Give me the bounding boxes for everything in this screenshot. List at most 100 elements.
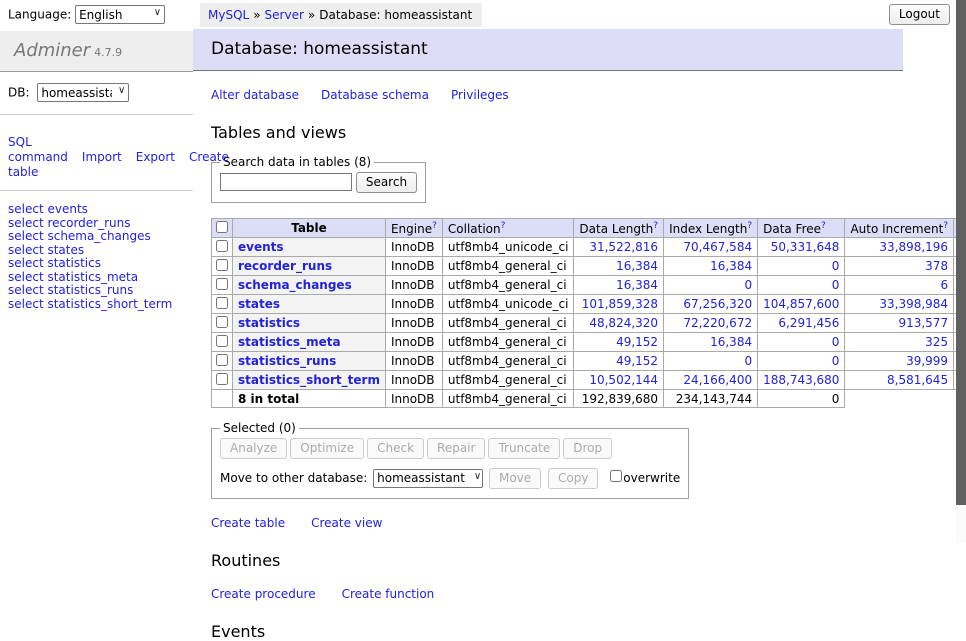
sidebar-action-link[interactable]: SQL command [8,135,68,164]
database-action-link[interactable]: Database schema [321,88,429,102]
row-checkbox[interactable] [216,335,228,347]
sidebar-action-link[interactable]: Import [82,150,122,164]
move-button[interactable]: Move [489,468,541,489]
sidebar-action-link[interactable]: Export [136,150,175,164]
copy-button[interactable]: Copy [548,468,598,489]
table-link[interactable]: statistics [238,316,300,330]
sidebar-table-link[interactable]: select statistics_short_term [8,298,185,312]
help-icon[interactable]: ? [943,221,948,231]
select-all-checkbox[interactable] [216,221,228,233]
selected-action-button[interactable]: Optimize [290,438,364,459]
selected-action-button[interactable]: Drop [563,438,612,459]
index-length-cell: 24,166,400 [664,371,758,390]
scrollbar[interactable] [956,0,966,543]
collation-cell: utf8mb4_general_ci [442,352,574,371]
row-checkbox[interactable] [216,297,228,309]
breadcrumb-current: Database: homeassistant [319,8,472,22]
data-free-cell: 188,743,680 [758,371,845,390]
app-logo: Adminer4.7.9 [0,31,193,72]
page-title: Database: homeassistant [193,29,903,71]
index-length-cell: 16,384 [664,333,758,352]
index-length-cell: 70,467,584 [664,238,758,257]
table-link[interactable]: recorder_runs [238,259,332,273]
table-link[interactable]: events [238,240,284,254]
engine-cell: InnoDB [385,333,442,352]
breadcrumb: MySQL»Server»Database: homeassistant [200,3,482,27]
auto-increment-cell: 378 [845,257,954,276]
logout-button[interactable]: Logout [889,4,950,25]
sidebar-table-link[interactable]: select recorder_runs [8,217,185,231]
row-checkbox[interactable] [216,240,228,252]
sidebar-table-list: select eventsselect recorder_runsselect … [8,203,185,311]
scrollbar-thumb[interactable] [956,0,966,505]
help-icon[interactable]: ? [501,221,506,231]
sidebar-table-link[interactable]: select statistics_runs [8,284,185,298]
table-create-links: Create table Create view [211,516,885,530]
auto-increment-cell: 33,398,984 [845,295,954,314]
table-row: statistics_meta InnoDButf8mb4_general_ci4… [212,333,966,352]
sidebar-table-link[interactable]: select statistics_meta [8,271,185,285]
sidebar-actions: SQL commandImportExportCreate table [0,127,193,191]
sidebar-table-link[interactable]: select states [8,244,185,258]
help-icon[interactable]: ? [432,221,437,231]
database-action-link[interactable]: Alter database [211,88,299,102]
create-link[interactable]: Create view [311,516,382,530]
row-checkbox[interactable] [216,354,228,366]
selected-action-button[interactable]: Truncate [488,438,560,459]
create-link[interactable]: Create table [211,516,285,530]
help-icon[interactable]: ? [653,221,658,231]
database-action-link[interactable]: Privileges [451,88,509,102]
data-free-cell: 0 [758,257,845,276]
app-version: 4.7.9 [94,46,122,59]
auto-increment-cell: 39,999 [845,352,954,371]
index-length-cell: 67,256,320 [664,295,758,314]
breadcrumb-link-server[interactable]: Server [265,8,304,22]
row-checkbox[interactable] [216,259,228,271]
overwrite-checkbox[interactable] [610,470,622,482]
sidebar-table-link[interactable]: select events [8,203,185,217]
table-link[interactable]: statistics_runs [238,354,336,368]
table-link[interactable]: statistics_short_term [238,373,380,387]
engine-cell: InnoDB [385,276,442,295]
row-checkbox[interactable] [216,373,228,385]
data-free-cell: 6,291,456 [758,314,845,333]
search-input[interactable] [220,173,352,191]
index-length-cell: 0 [664,276,758,295]
selected-buttons: AnalyzeOptimizeCheckRepairTruncateDrop [220,438,680,459]
selected-legend: Selected (0) [220,421,299,435]
routine-create-link[interactable]: Create function [342,587,435,601]
selected-action-button[interactable]: Analyze [220,438,287,459]
table-row: recorder_runsInnoDButf8mb4_general_ci16,… [212,257,966,276]
table-link[interactable]: schema_changes [238,278,352,292]
column-header: Collation? [442,219,574,238]
table-row: statisticsInnoDButf8mb4_general_ci48,824… [212,314,966,333]
selected-action-button[interactable]: Check [367,438,424,459]
db-select[interactable]: homeassistant [37,83,129,102]
routine-create-link[interactable]: Create procedure [211,587,316,601]
collation-cell: utf8mb4_unicode_ci [442,295,574,314]
move-database-select[interactable]: homeassistant [373,469,483,488]
search-button[interactable]: Search [356,172,417,193]
selected-action-button[interactable]: Repair [427,438,485,459]
tables-heading: Tables and views [211,123,885,142]
collation-cell: utf8mb4_general_ci [442,276,574,295]
collation-cell: utf8mb4_general_ci [442,333,574,352]
help-icon[interactable]: ? [821,221,826,231]
table-link[interactable]: statistics_meta [238,335,341,349]
table-link[interactable]: states [238,297,280,311]
row-checkbox[interactable] [216,278,228,290]
collation-cell: utf8mb4_general_ci [442,371,574,390]
total-row: 8 in totalInnoDButf8mb4_general_ci192,83… [212,390,966,408]
data-length-cell: 49,152 [574,333,664,352]
row-checkbox[interactable] [216,316,228,328]
breadcrumb-link-mysql[interactable]: MySQL [208,8,249,22]
language-select[interactable]: English [75,5,165,24]
table-row: statesInnoDButf8mb4_unicode_ci101,859,32… [212,295,966,314]
engine-cell: InnoDB [385,238,442,257]
sidebar-table-link[interactable]: select schema_changes [8,230,185,244]
engine-cell: InnoDB [385,314,442,333]
routines-heading: Routines [211,551,885,570]
help-icon[interactable]: ? [747,221,752,231]
sidebar-table-link[interactable]: select statistics [8,257,185,271]
move-label: Move to other database: [220,471,367,485]
